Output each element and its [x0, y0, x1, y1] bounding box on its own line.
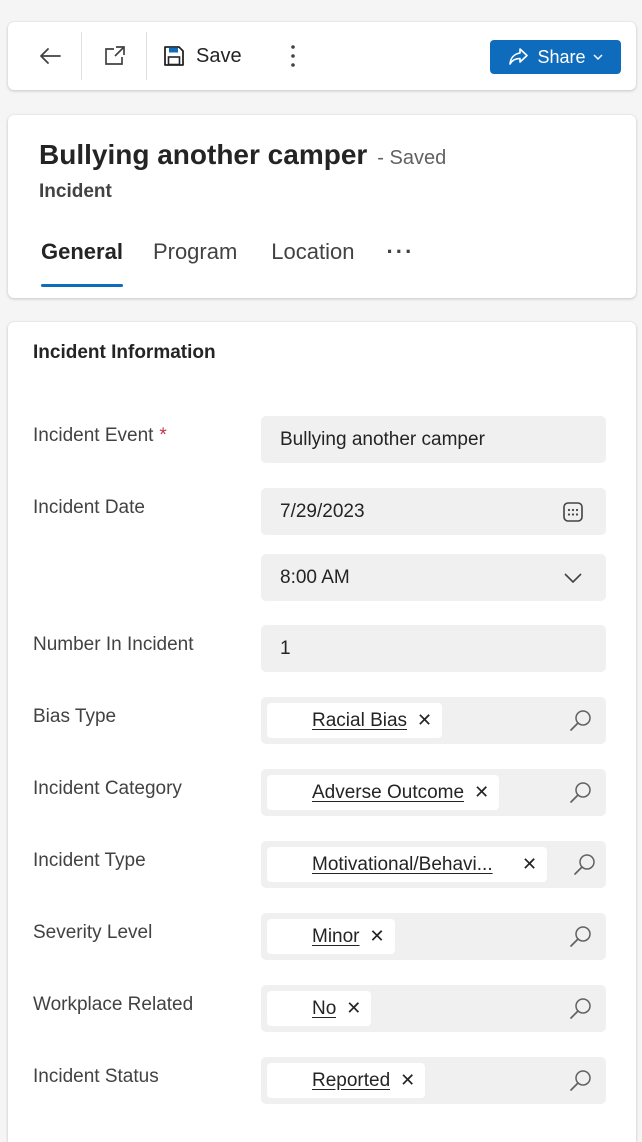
workplace-related-tag[interactable]: No ✕ [267, 991, 372, 1026]
time-dropdown-toggle[interactable] [560, 565, 586, 591]
save-status: - Saved [377, 147, 447, 169]
share-label: Share [537, 46, 586, 67]
save-label: Save [196, 44, 242, 67]
incident-time-dropdown[interactable]: 8:00 AM [261, 554, 606, 601]
open-in-new-window-button[interactable] [95, 22, 135, 90]
workplace-related-tag-label[interactable]: No [312, 998, 336, 1020]
open-in-new-window-icon [105, 46, 125, 65]
incident-status-tag-label[interactable]: Reported [312, 1070, 390, 1092]
remove-tag-button[interactable]: ✕ [370, 926, 385, 947]
save-button[interactable]: Save [162, 22, 252, 90]
tab-location[interactable]: Location [258, 239, 367, 289]
incident-time-value: 8:00 AM [280, 566, 350, 588]
calendar-icon [563, 501, 583, 522]
entity-name: Incident [39, 181, 112, 202]
remove-tag-button[interactable]: ✕ [400, 1070, 415, 1091]
incident-date-field[interactable]: 7/29/2023 [261, 488, 606, 535]
more-commands-button[interactable] [278, 22, 308, 90]
severity-level-tag-label[interactable]: Minor [312, 926, 360, 948]
back-button[interactable] [30, 22, 70, 90]
incident-status-lookup[interactable]: Reported ✕ [261, 1057, 606, 1104]
tab-more[interactable]: ··· [373, 239, 427, 289]
tab-program[interactable]: Program [140, 239, 250, 289]
required-indicator: * [159, 425, 167, 446]
severity-level-lookup[interactable]: Minor ✕ [261, 913, 606, 960]
incident-status-tag[interactable]: Reported ✕ [267, 1063, 426, 1098]
severity-level-tag[interactable]: Minor ✕ [267, 919, 395, 954]
remove-tag-button[interactable]: ✕ [474, 782, 489, 803]
bias-type-lookup[interactable]: Racial Bias ✕ [261, 697, 606, 744]
date-picker-button[interactable] [560, 499, 586, 525]
incident-type-lookup[interactable]: Motivational/Behavi... ✕ [261, 841, 606, 888]
number-in-incident-value: 1 [280, 637, 291, 659]
remove-tag-button[interactable]: ✕ [522, 854, 537, 875]
command-bar: Save Share [8, 22, 636, 90]
number-in-incident-label: Number In Incident [33, 634, 194, 655]
incident-category-label: Incident Category [33, 778, 182, 799]
incident-status-label: Incident Status [33, 1066, 159, 1087]
tab-general[interactable]: General [28, 239, 136, 289]
arrow-left-icon [40, 48, 61, 64]
toolbar-divider [81, 32, 82, 80]
incident-category-lookup[interactable]: Adverse Outcome ✕ [261, 769, 606, 816]
number-in-incident-field[interactable]: 1 [261, 625, 606, 672]
incident-type-label: Incident Type [33, 850, 146, 871]
severity-level-label: Severity Level [33, 922, 153, 943]
share-icon [509, 48, 529, 65]
tab-list: General Program Location ··· [28, 239, 427, 289]
remove-tag-button[interactable]: ✕ [346, 998, 361, 1019]
record-header: Bullying another camper - Saved Incident… [8, 115, 636, 298]
share-button[interactable]: Share [490, 40, 621, 74]
search-icon[interactable] [572, 852, 598, 878]
floppy-disk-icon [164, 46, 184, 66]
workplace-related-label: Workplace Related [33, 994, 194, 1015]
chevron-down-icon [592, 54, 603, 61]
incident-information-section: Incident Information Incident Event * Bul… [8, 322, 636, 1142]
bias-type-label: Bias Type [33, 706, 117, 727]
bias-type-tag-label[interactable]: Racial Bias [312, 710, 407, 732]
incident-category-tag[interactable]: Adverse Outcome ✕ [267, 775, 500, 810]
incident-category-tag-label[interactable]: Adverse Outcome [312, 782, 464, 804]
remove-tag-button[interactable]: ✕ [417, 710, 432, 731]
incident-type-tag-label[interactable]: Motivational/Behavi... [312, 854, 512, 876]
incident-event-label: Incident Event * [33, 425, 167, 447]
incident-event-field[interactable]: Bullying another camper [261, 416, 606, 463]
search-icon[interactable] [568, 708, 594, 734]
search-icon[interactable] [568, 780, 594, 806]
toolbar-divider [146, 32, 147, 80]
search-icon[interactable] [568, 924, 594, 950]
incident-event-label-text: Incident Event [33, 425, 154, 446]
incident-event-value: Bullying another camper [280, 428, 485, 450]
section-title: Incident Information [33, 342, 216, 363]
search-icon[interactable] [568, 996, 594, 1022]
chevron-down-icon [564, 572, 582, 583]
incident-type-tag[interactable]: Motivational/Behavi... ✕ [267, 847, 548, 882]
incident-date-label: Incident Date [33, 497, 145, 518]
search-icon[interactable] [568, 1068, 594, 1094]
workplace-related-lookup[interactable]: No ✕ [261, 985, 606, 1032]
bias-type-tag[interactable]: Racial Bias ✕ [267, 703, 443, 738]
incident-date-value: 7/29/2023 [280, 500, 365, 522]
record-title: Bullying another camper [39, 139, 368, 170]
vertical-ellipsis-icon [291, 45, 295, 67]
